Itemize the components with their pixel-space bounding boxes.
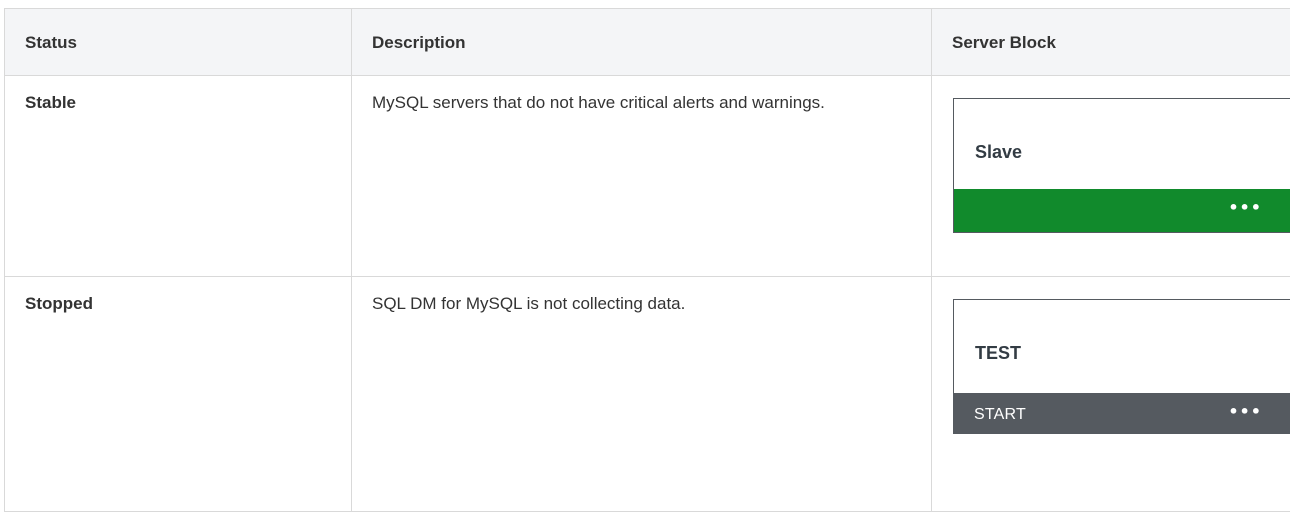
server-name: TEST [975,340,1021,366]
table-header-row: Status Description Server Block [5,9,1290,76]
table-row: Stopped SQL DM for MySQL is not collecti… [5,277,1290,512]
description-cell: SQL DM for MySQL is not collecting data. [352,277,932,512]
server-status-bar: ••• [954,189,1290,232]
server-name: Slave [975,139,1022,165]
header-status: Status [5,9,352,76]
server-block-cell: TEST START ••• [932,277,1290,512]
status-cell: Stopped [5,277,352,512]
description-cell: MySQL servers that do not have critical … [352,76,932,277]
server-block-stable[interactable]: Slave ••• [953,98,1290,233]
status-name: Stopped [25,294,93,313]
header-server-block: Server Block [932,9,1290,76]
server-block-cell: Slave ••• [932,76,1290,277]
more-dots-icon[interactable]: ••• [1228,200,1262,216]
start-button[interactable]: START [974,402,1026,428]
status-description: SQL DM for MySQL is not collecting data. [372,291,892,317]
status-name: Stable [25,93,76,112]
server-block-stopped[interactable]: TEST START ••• [953,299,1290,434]
server-status-bar: START ••• [954,393,1290,433]
status-cell: Stable [5,76,352,277]
status-description: MySQL servers that do not have critical … [372,90,892,116]
more-dots-icon[interactable]: ••• [1228,404,1262,420]
header-description: Description [352,9,932,76]
table-row: Stable MySQL servers that do not have cr… [5,76,1290,277]
status-table: Status Description Server Block Stable M… [4,8,1290,512]
